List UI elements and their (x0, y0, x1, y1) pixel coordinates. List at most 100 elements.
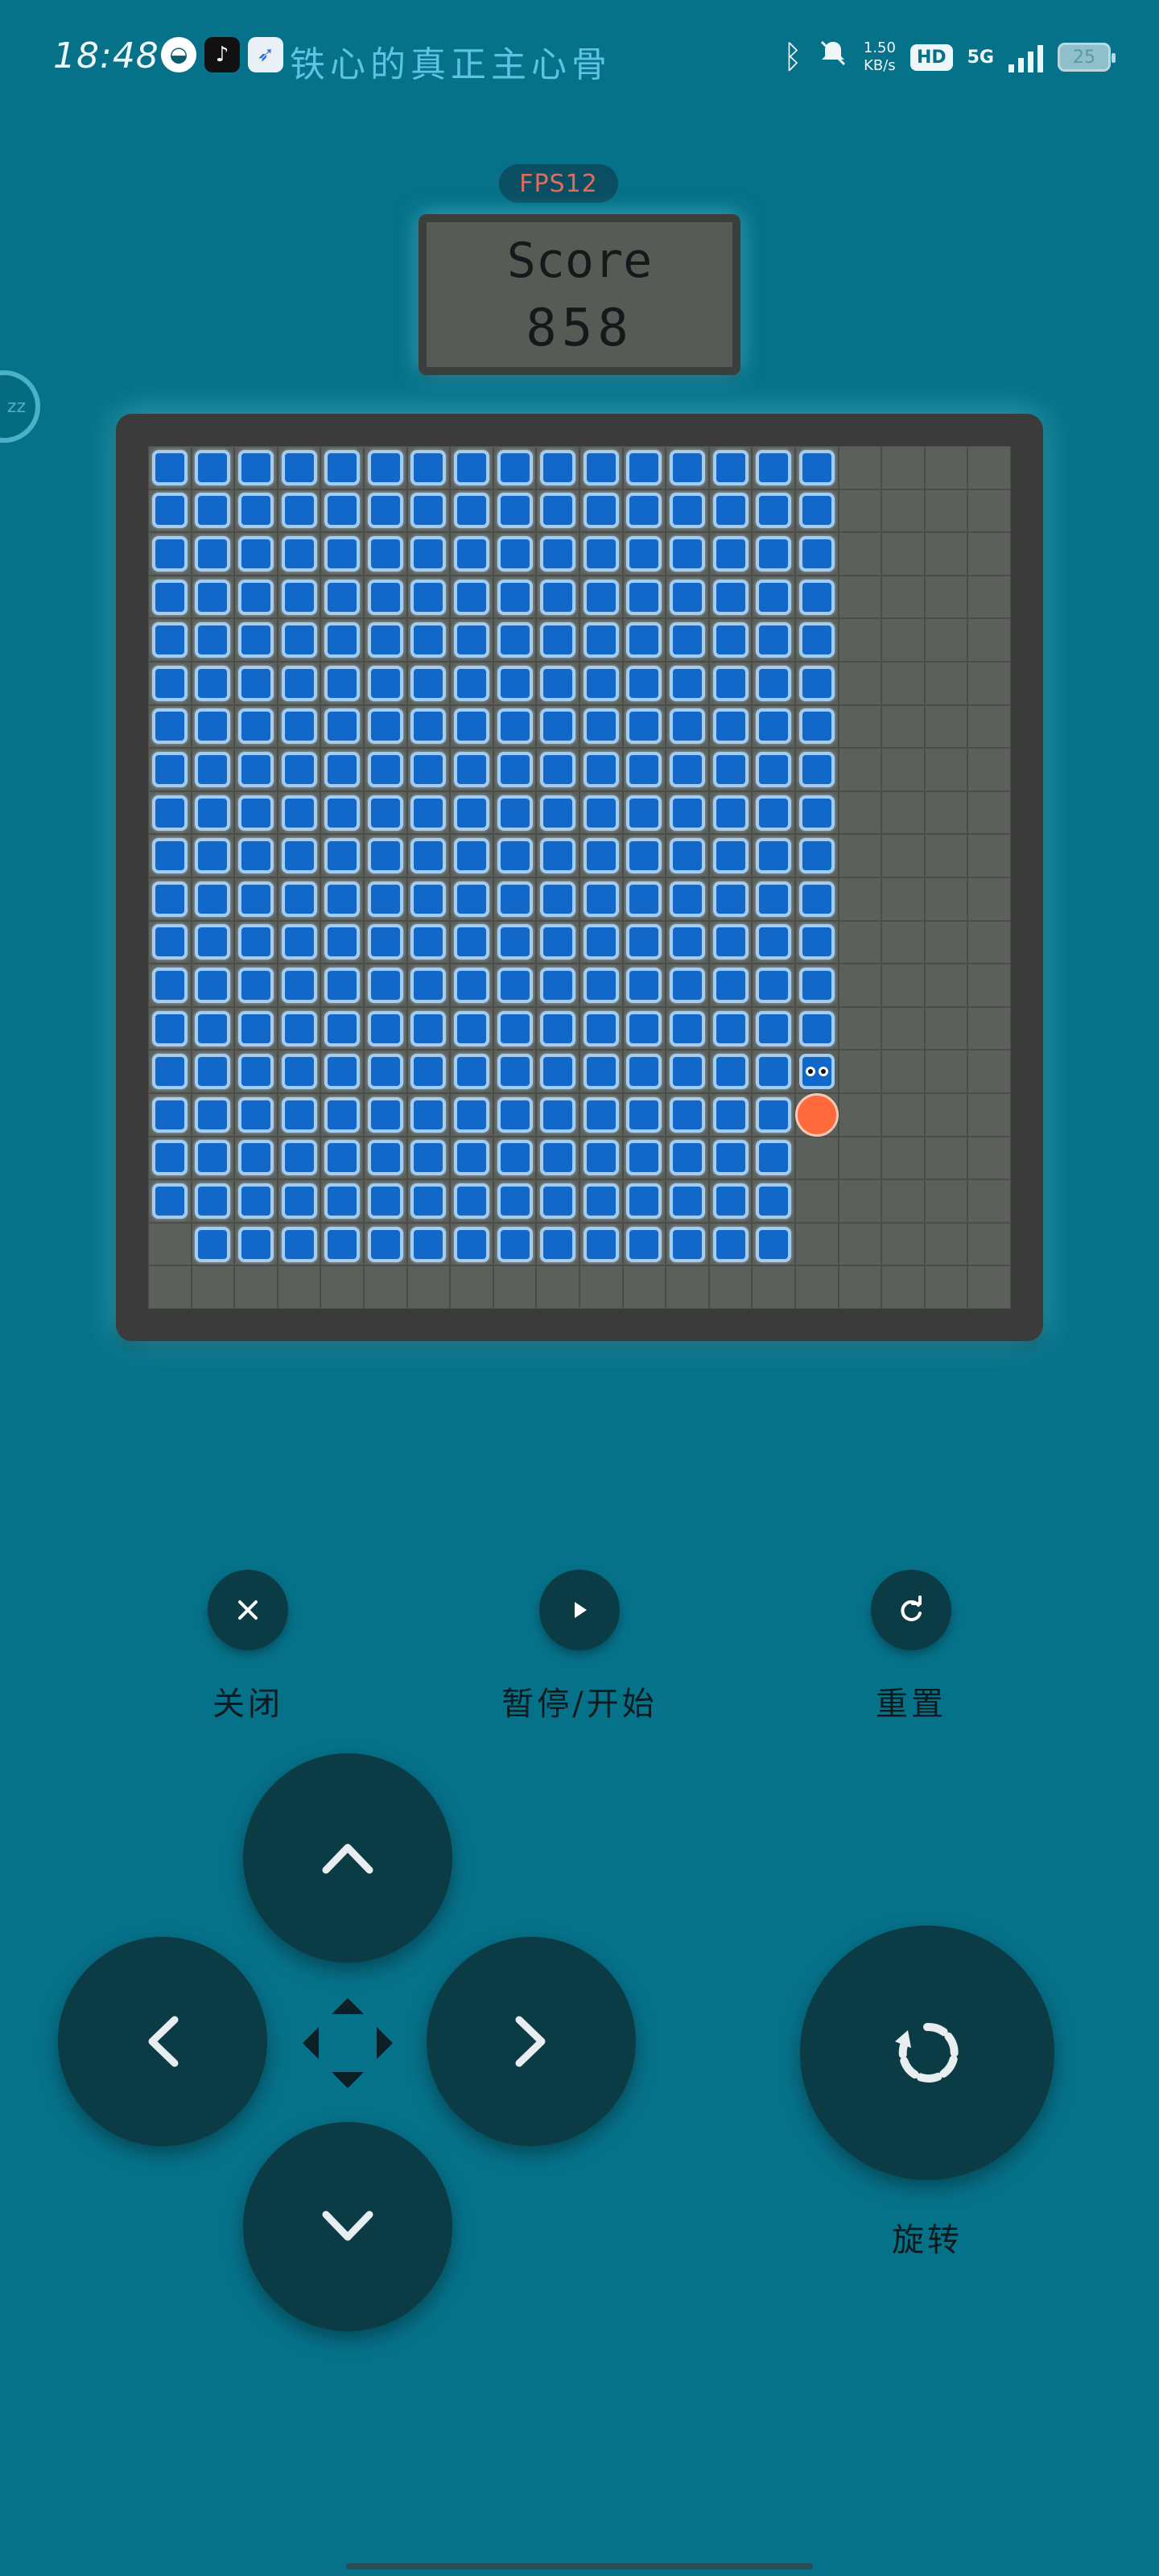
board-cell (924, 791, 968, 835)
tetris-block (324, 493, 361, 529)
down-button[interactable] (243, 2122, 452, 2331)
tetris-block (367, 838, 403, 874)
tetris-block (540, 708, 576, 745)
board-cell (924, 964, 968, 1007)
tetris-block (151, 622, 188, 658)
tetris-block (712, 708, 749, 745)
tetris-block (195, 708, 231, 745)
tetris-block (151, 1140, 188, 1176)
app-notification-icon: ◒ (161, 37, 196, 72)
battery-level: 25 (1073, 47, 1095, 68)
board-cell (881, 1136, 925, 1180)
tetris-block (670, 1010, 705, 1046)
tetris-block (195, 622, 231, 658)
tetris-block (798, 665, 835, 701)
tetris-block (454, 1010, 489, 1046)
tetris-block (626, 1226, 662, 1262)
right-button[interactable] (427, 1937, 636, 2146)
tetris-block (238, 1226, 274, 1262)
board-cell (838, 618, 882, 662)
tetris-block (367, 795, 403, 831)
tetris-block (410, 1096, 447, 1133)
mute-icon (817, 37, 849, 77)
tetris-block (195, 795, 231, 831)
tetris-block (540, 1226, 576, 1262)
game-board[interactable] (116, 414, 1043, 1341)
board-cell (838, 704, 882, 749)
tetris-block (626, 1140, 662, 1176)
tetris-block (367, 881, 403, 917)
tetris-block (454, 579, 489, 615)
board-cell (838, 1222, 882, 1266)
tetris-block (670, 881, 705, 917)
reset-button[interactable] (871, 1570, 951, 1650)
board-cell (881, 662, 925, 705)
tetris-block (281, 665, 317, 701)
close-button[interactable] (208, 1570, 288, 1650)
tetris-block (583, 1183, 619, 1219)
tetris-block (712, 1096, 749, 1133)
tetris-block (583, 1140, 619, 1176)
board-cell (234, 1265, 278, 1309)
up-button[interactable] (243, 1753, 452, 1963)
board-cell (924, 877, 968, 921)
board-cell (838, 532, 882, 576)
tetris-block (798, 708, 835, 745)
tetris-block (238, 1140, 274, 1176)
tetris-block (626, 622, 662, 658)
tetris-block (195, 1010, 231, 1046)
board-cell (881, 446, 925, 489)
tetris-block (540, 1054, 576, 1090)
tetris-block (583, 708, 619, 745)
tetris-block (670, 708, 705, 745)
board-cell (881, 575, 925, 619)
floating-ball-icon[interactable]: zz (0, 370, 40, 443)
board-cell (622, 1265, 666, 1309)
tetris-block (670, 1183, 705, 1219)
tetris-block (281, 968, 317, 1003)
tetris-block (626, 1010, 662, 1046)
tetris-block (454, 1054, 489, 1090)
tetris-block (540, 752, 576, 787)
left-button[interactable] (58, 1937, 267, 2146)
tetris-block (238, 1010, 274, 1046)
tetris-block (540, 536, 576, 572)
tetris-block (670, 1226, 705, 1262)
tetris-block (410, 838, 447, 874)
tetris-block (324, 708, 361, 745)
tetris-block (583, 924, 619, 960)
tetris-block (540, 579, 576, 615)
tetris-block (238, 795, 274, 831)
tetris-block (281, 752, 317, 787)
board-cell (967, 1006, 1011, 1051)
rotate-button[interactable] (800, 1926, 1054, 2180)
tetris-block (410, 536, 447, 572)
tetris-block (454, 622, 489, 658)
tetris-block (712, 622, 749, 658)
tetris-block (497, 968, 533, 1003)
tetris-block (712, 665, 749, 701)
tetris-block (195, 1096, 231, 1133)
tetris-block (281, 708, 317, 745)
tetris-block (497, 1140, 533, 1176)
tetris-block (238, 536, 274, 572)
home-indicator[interactable] (346, 2563, 813, 2570)
board-cell (881, 877, 925, 921)
tetris-block (756, 536, 792, 572)
tetris-block (367, 449, 403, 485)
tetris-block (497, 622, 533, 658)
net-speed: 1.50 KB/s (864, 39, 896, 75)
board-cell (881, 618, 925, 662)
tetris-block (756, 622, 792, 658)
tetris-block (670, 1096, 705, 1133)
tetris-block (756, 1096, 792, 1133)
tetris-block (410, 622, 447, 658)
tetris-block (454, 708, 489, 745)
pause-play-button[interactable] (539, 1570, 620, 1650)
tetris-block (626, 838, 662, 874)
chevron-right-icon (515, 2016, 546, 2067)
board-cell (967, 1179, 1011, 1223)
tetris-block (151, 838, 188, 874)
tetris-block (324, 752, 361, 787)
tetris-block (626, 795, 662, 831)
